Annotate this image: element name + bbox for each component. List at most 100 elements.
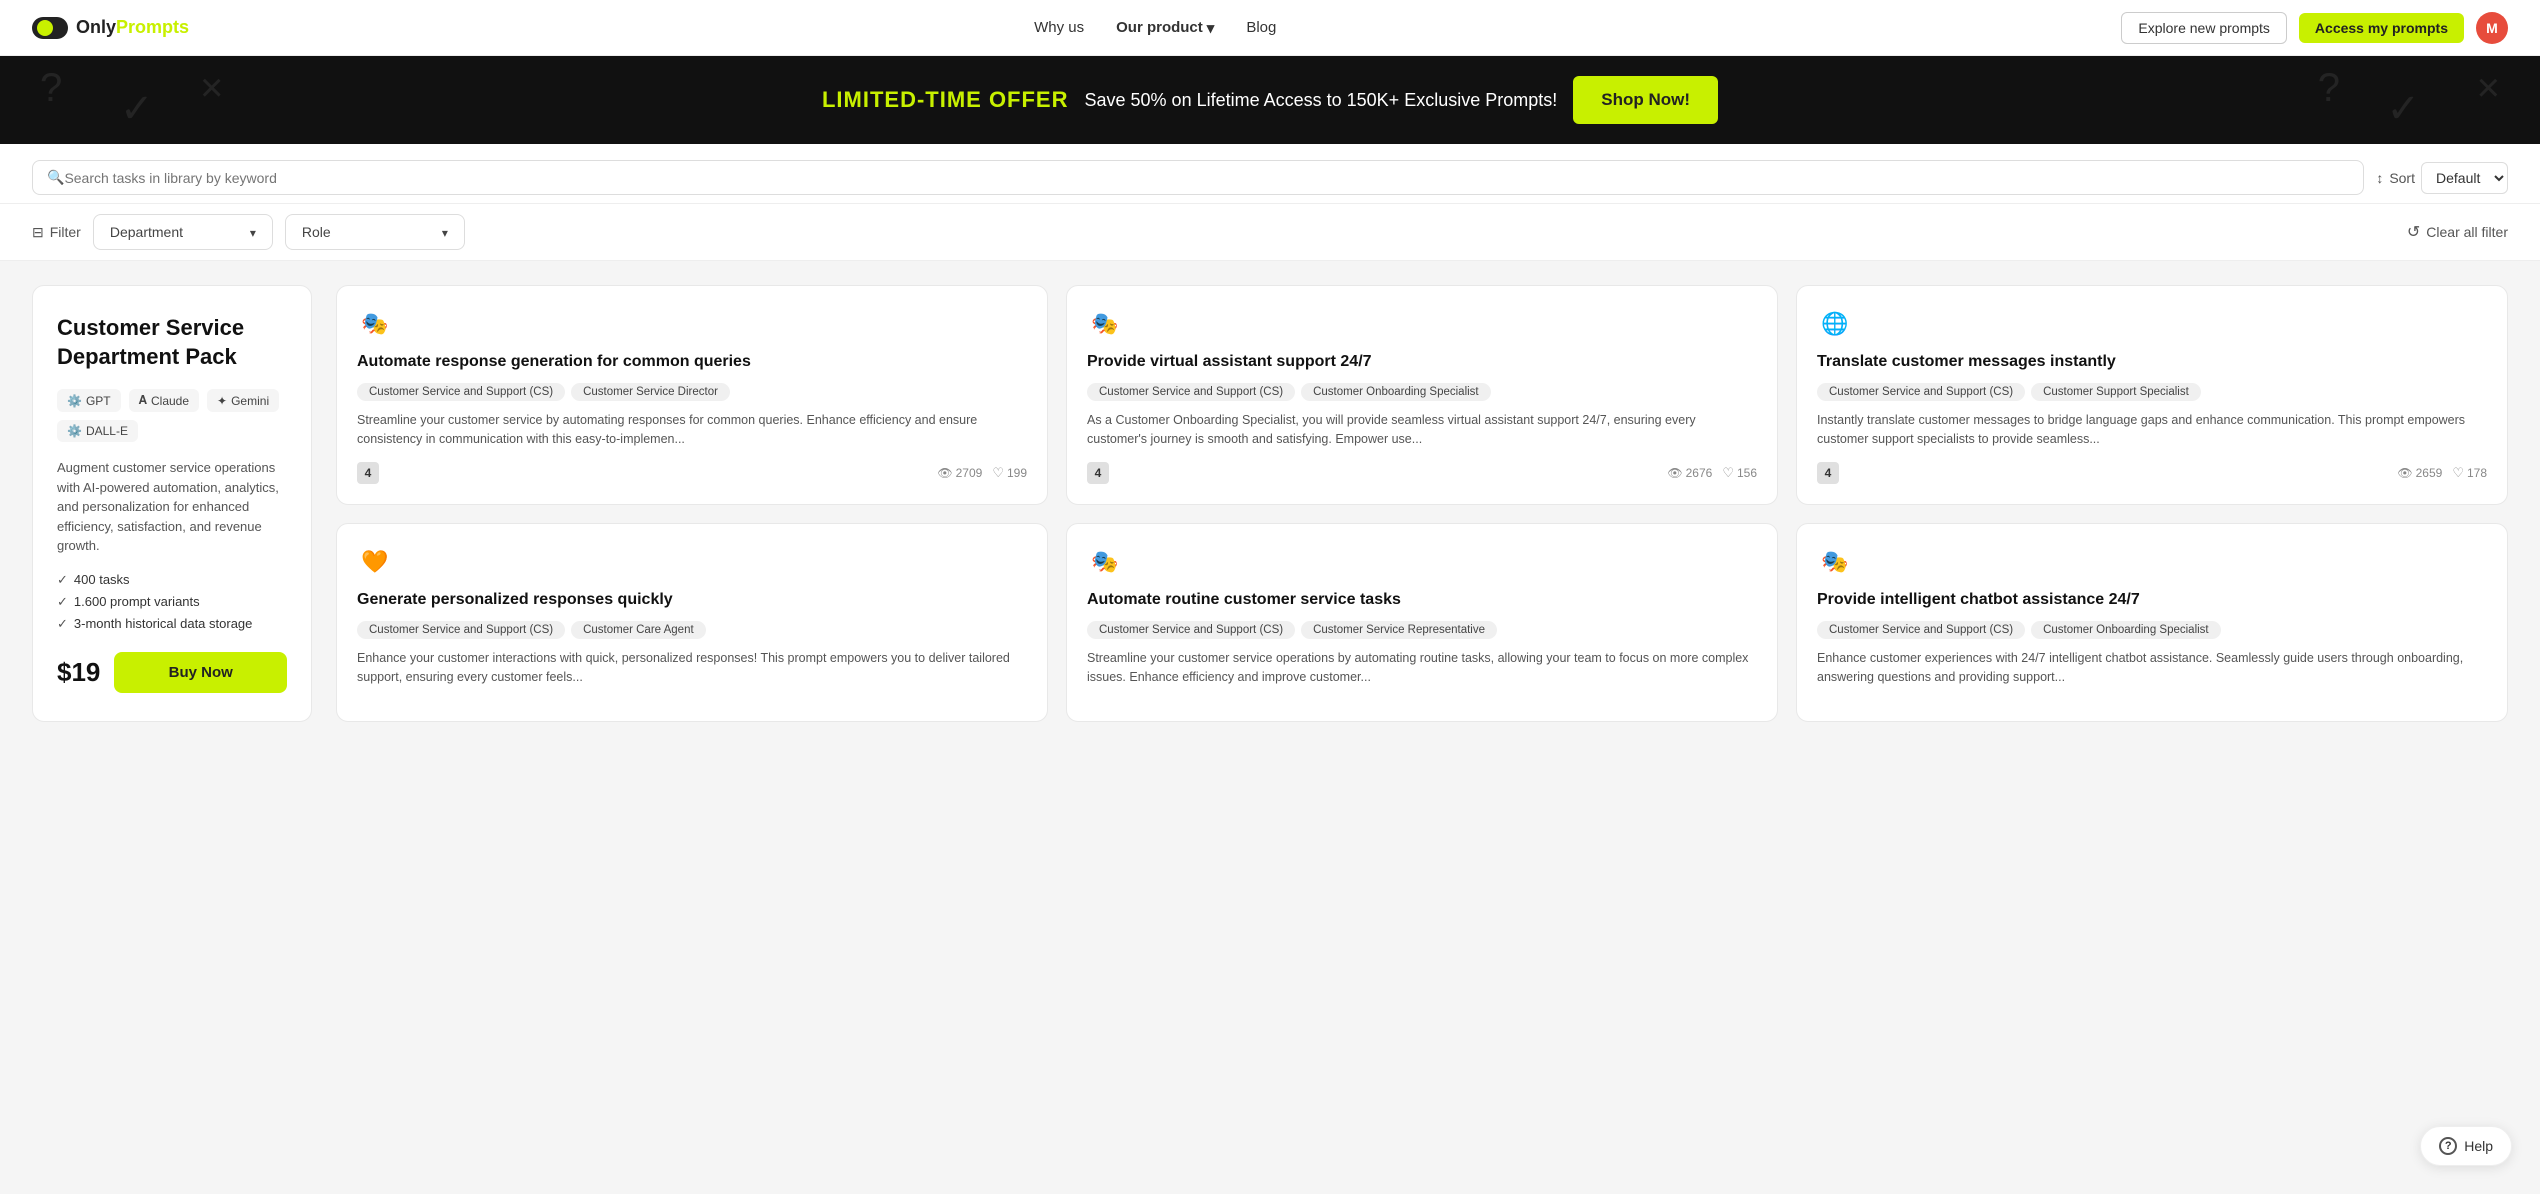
- eye-icon-1: [1667, 466, 1682, 480]
- pack-price: $19: [57, 657, 100, 688]
- shop-now-button[interactable]: Shop Now!: [1573, 76, 1718, 124]
- card-0[interactable]: 🎭 Automate response generation for commo…: [336, 285, 1048, 505]
- avatar[interactable]: M: [2476, 12, 2508, 44]
- eye-icon-2: [2397, 466, 2412, 480]
- nav-our-product[interactable]: Our product: [1116, 19, 1214, 37]
- card-1[interactable]: 🎭 Provide virtual assistant support 24/7…: [1066, 285, 1778, 505]
- card-1-tag-1: Customer Onboarding Specialist: [1301, 383, 1491, 401]
- card-0-likes: 199: [992, 465, 1027, 481]
- clear-all-label: Clear all filter: [2426, 224, 2508, 240]
- card-3[interactable]: 🧡 Generate personalized responses quickl…: [336, 523, 1048, 721]
- access-prompts-button[interactable]: Access my prompts: [2299, 13, 2464, 43]
- pack-badge-dalle: ⚙️ DALL-E: [57, 420, 138, 442]
- logo[interactable]: OnlyPrompts: [32, 17, 189, 39]
- pack-badge-gpt: ⚙️ GPT: [57, 389, 121, 412]
- card-3-desc: Enhance your customer interactions with …: [357, 649, 1027, 687]
- buy-now-button[interactable]: Buy Now: [114, 652, 287, 693]
- card-5-tag-1: Customer Onboarding Specialist: [2031, 621, 2221, 639]
- heart-icon-1: [1722, 465, 1734, 481]
- banner-description: Save 50% on Lifetime Access to 150K+ Exc…: [1085, 90, 1558, 111]
- card-4[interactable]: 🎭 Automate routine customer service task…: [1066, 523, 1778, 721]
- card-2[interactable]: 🌐 Translate customer messages instantly …: [1796, 285, 2508, 505]
- claude-icon: 𝐀: [139, 393, 147, 408]
- card-5-tag-0: Customer Service and Support (CS): [1817, 621, 2025, 639]
- search-wrapper: [32, 160, 2364, 195]
- card-1-stats: 2676 156: [1667, 465, 1757, 481]
- cards-grid: 🎭 Automate response generation for commo…: [336, 285, 2508, 722]
- card-3-tag-0: Customer Service and Support (CS): [357, 621, 565, 639]
- card-5-tags: Customer Service and Support (CS) Custom…: [1817, 621, 2487, 639]
- nav-why-us[interactable]: Why us: [1034, 19, 1084, 36]
- pack-features: 400 tasks 1.600 prompt variants 3-month …: [57, 572, 287, 632]
- sort-label: Sort: [2389, 170, 2415, 186]
- gpt-icon: ⚙️: [67, 394, 82, 408]
- dalle-icon: ⚙️: [67, 424, 82, 438]
- filter-button[interactable]: Filter: [32, 224, 81, 241]
- filter-row: Filter Department Role Clear all filter: [0, 204, 2540, 261]
- card-4-tags: Customer Service and Support (CS) Custom…: [1087, 621, 1757, 639]
- banner-deco-2: ✓: [120, 86, 154, 132]
- card-1-title: Provide virtual assistant support 24/7: [1087, 352, 1757, 373]
- card-4-icon: 🎭: [1087, 544, 1123, 580]
- banner-deco-3: ×: [200, 66, 223, 111]
- card-0-icon: 🎭: [357, 306, 393, 342]
- logo-prompts: Prompts: [116, 17, 189, 37]
- card-1-icon: 🎭: [1087, 306, 1123, 342]
- card-0-tag-0: Customer Service and Support (CS): [357, 383, 565, 401]
- check-icon-1: [57, 572, 68, 588]
- card-2-stats: 2659 178: [2397, 465, 2487, 481]
- card-5[interactable]: 🎭 Provide intelligent chatbot assistance…: [1796, 523, 2508, 721]
- main-content: Customer Service Department Pack ⚙️ GPT …: [0, 261, 2540, 746]
- refresh-icon: [2407, 222, 2420, 242]
- search-bar-row: Sort Default: [0, 144, 2540, 204]
- pack-badges: ⚙️ GPT 𝐀 Claude ✦ Gemini ⚙️ DALL-E: [57, 389, 287, 442]
- logo-only: Only: [76, 17, 116, 37]
- card-0-desc: Streamline your customer service by auto…: [357, 411, 1027, 449]
- card-1-views: 2676: [1667, 466, 1712, 480]
- search-input[interactable]: [64, 170, 2349, 186]
- card-0-stats: 2709 199: [937, 465, 1027, 481]
- card-2-desc: Instantly translate customer messages to…: [1817, 411, 2487, 449]
- nav-product-chevron: [1207, 19, 1215, 37]
- card-2-tag-1: Customer Support Specialist: [2031, 383, 2201, 401]
- card-3-tag-1: Customer Care Agent: [571, 621, 706, 639]
- check-icon-2: [57, 594, 68, 610]
- card-4-title: Automate routine customer service tasks: [1087, 590, 1757, 611]
- role-chevron: [442, 224, 448, 240]
- sort-select[interactable]: Default: [2421, 162, 2508, 194]
- banner-offer-text: LIMITED-TIME OFFER: [822, 87, 1069, 113]
- sort-wrapper: Sort Default: [2376, 162, 2508, 194]
- card-0-number: 4: [357, 462, 379, 484]
- banner-deco-5: ✓: [2386, 86, 2420, 132]
- side-pack: Customer Service Department Pack ⚙️ GPT …: [32, 285, 312, 722]
- pack-badge-claude: 𝐀 Claude: [129, 389, 199, 412]
- card-1-number: 4: [1087, 462, 1109, 484]
- card-2-tag-0: Customer Service and Support (CS): [1817, 383, 2025, 401]
- pack-feature-2: 1.600 prompt variants: [57, 594, 287, 610]
- card-3-icon: 🧡: [357, 544, 393, 580]
- banner-deco-1: ?: [40, 66, 62, 111]
- pack-feature-1: 400 tasks: [57, 572, 287, 588]
- nav-links: Why us Our product Blog: [1034, 19, 1276, 37]
- navbar: OnlyPrompts Why us Our product Blog Expl…: [0, 0, 2540, 56]
- clear-all-filter[interactable]: Clear all filter: [2407, 222, 2508, 242]
- filter-icon: [32, 224, 44, 241]
- nav-actions: Explore new prompts Access my prompts M: [2121, 12, 2508, 44]
- department-chevron: [250, 224, 256, 240]
- card-0-footer: 4 2709 199: [357, 462, 1027, 484]
- sort-icon: [2376, 170, 2383, 186]
- explore-prompts-button[interactable]: Explore new prompts: [2121, 12, 2287, 44]
- heart-icon-2: [2452, 465, 2464, 481]
- card-0-tag-1: Customer Service Director: [571, 383, 730, 401]
- logo-text: OnlyPrompts: [76, 17, 189, 38]
- card-2-title: Translate customer messages instantly: [1817, 352, 2487, 373]
- check-icon-3: [57, 616, 68, 632]
- filter-label: Filter: [50, 224, 81, 240]
- help-button[interactable]: ? Help: [2420, 1126, 2512, 1166]
- heart-icon-0: [992, 465, 1004, 481]
- role-dropdown[interactable]: Role: [285, 214, 465, 250]
- pack-feature-3: 3-month historical data storage: [57, 616, 287, 632]
- department-dropdown[interactable]: Department: [93, 214, 273, 250]
- nav-blog[interactable]: Blog: [1246, 19, 1276, 36]
- card-4-desc: Streamline your customer service operati…: [1087, 649, 1757, 687]
